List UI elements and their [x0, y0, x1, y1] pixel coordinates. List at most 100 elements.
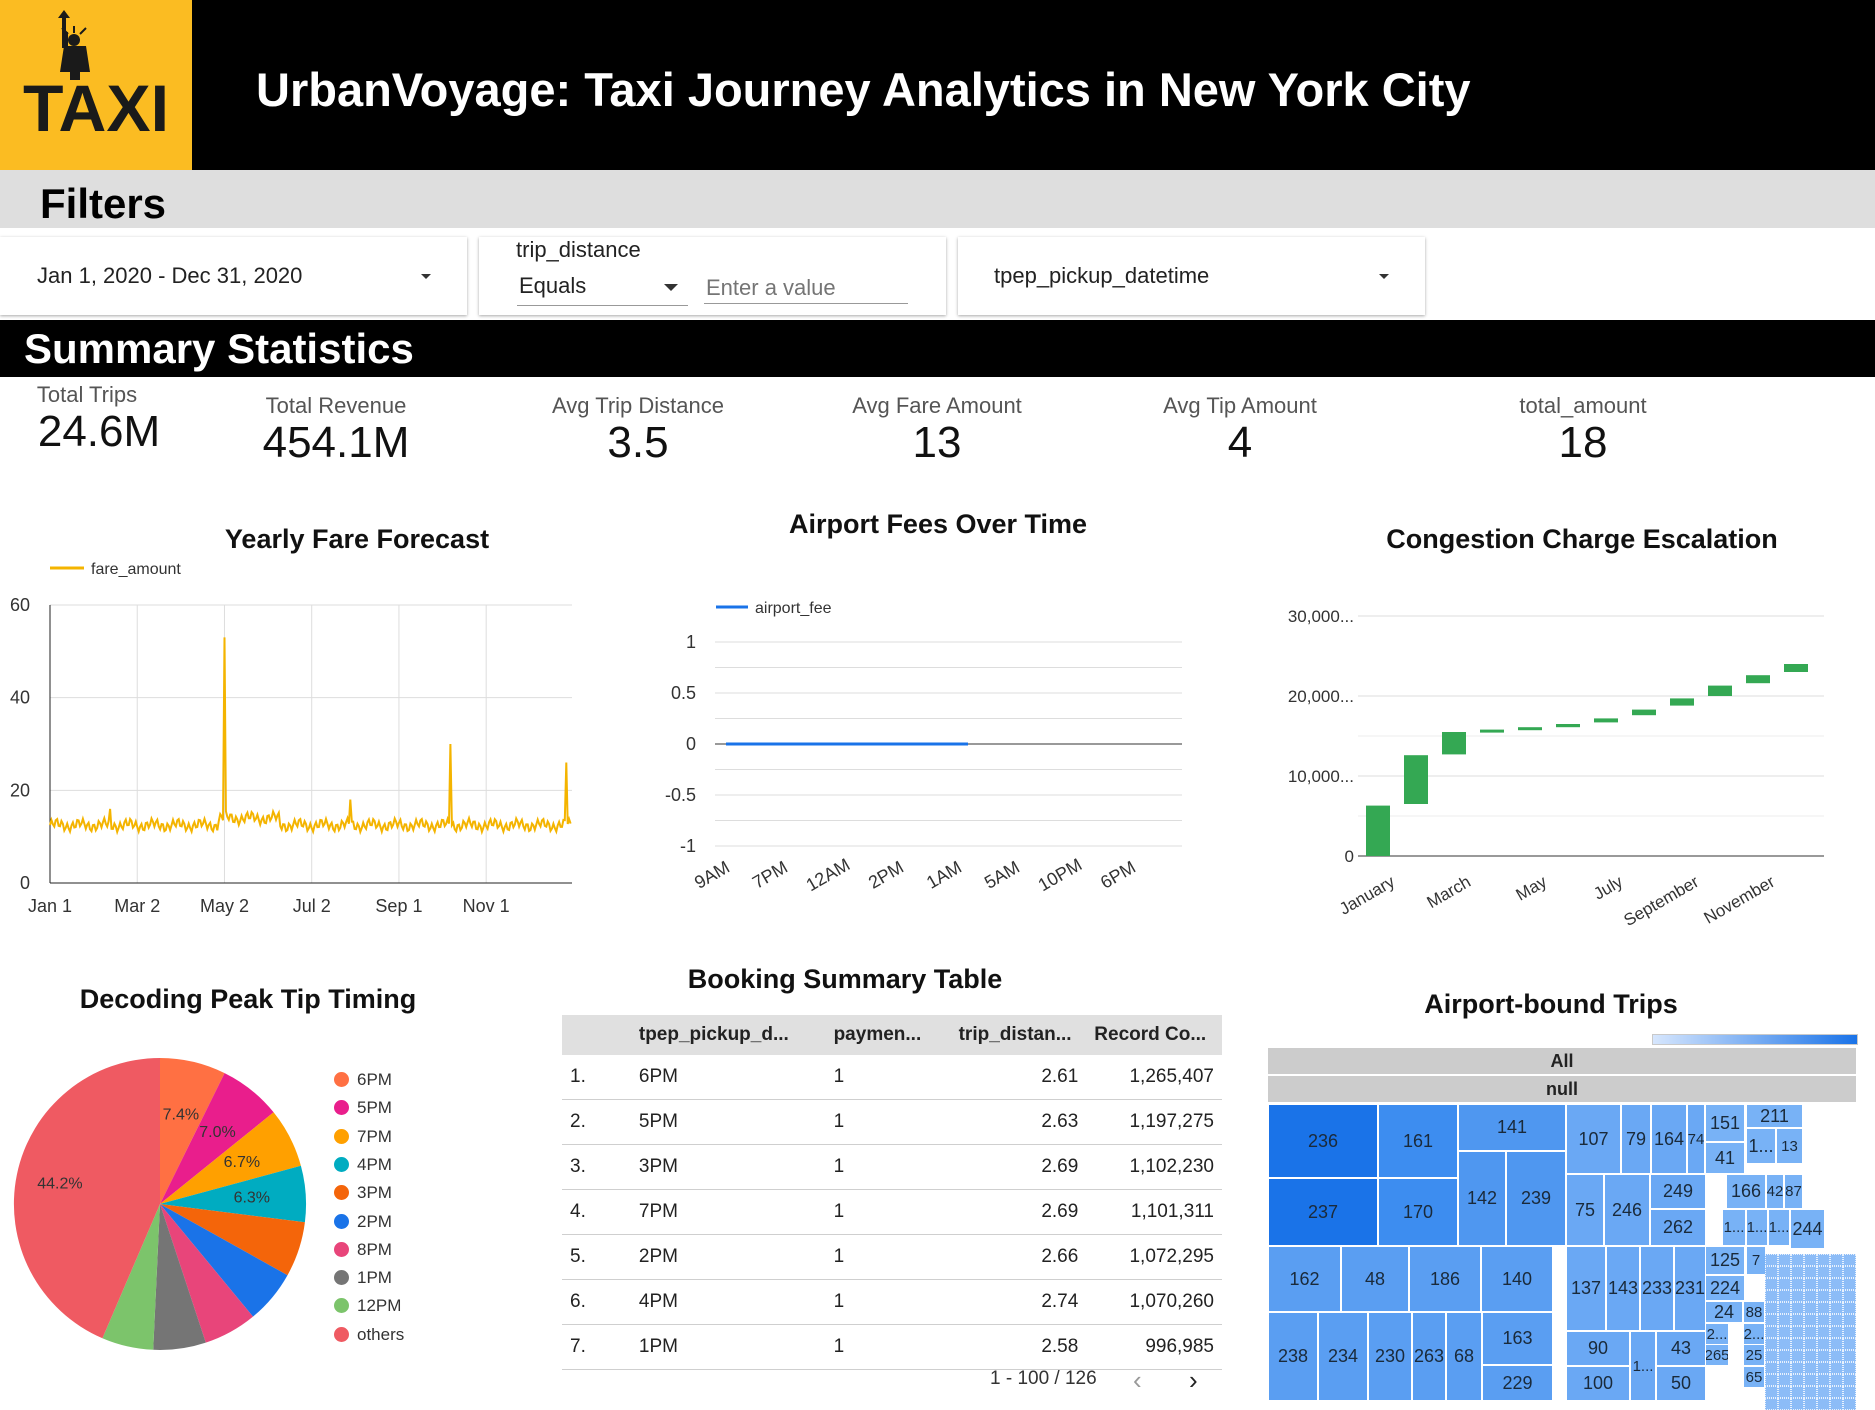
treemap-cell[interactable]: 1...: [1746, 1128, 1776, 1164]
treemap-small-cell[interactable]: [1778, 1350, 1791, 1362]
treemap-cell[interactable]: 141: [1458, 1104, 1566, 1151]
treemap-small-cell[interactable]: [1830, 1278, 1843, 1290]
table-row[interactable]: 3. 3PM 1 2.69 1,102,230: [562, 1144, 1222, 1190]
treemap-cell[interactable]: 151: [1705, 1104, 1745, 1142]
table-header-pickup[interactable]: tpep_pickup_d...: [618, 1015, 826, 1055]
treemap-small-cell[interactable]: [1791, 1362, 1804, 1374]
treemap-cell[interactable]: 125: [1705, 1246, 1745, 1275]
treemap-cell[interactable]: 2...: [1743, 1323, 1765, 1345]
treemap-small-cell[interactable]: [1804, 1398, 1817, 1410]
treemap-cell[interactable]: 249: [1650, 1174, 1706, 1209]
pickup-datetime-dropdown-icon[interactable]: [1379, 274, 1389, 279]
treemap-cell[interactable]: 238: [1268, 1312, 1318, 1401]
treemap-cell[interactable]: 48: [1341, 1246, 1409, 1312]
treemap-cell[interactable]: 75: [1566, 1174, 1604, 1246]
treemap-small-cell[interactable]: [1804, 1314, 1817, 1326]
treemap-cell[interactable]: 236: [1268, 1104, 1378, 1178]
treemap-cell[interactable]: 74: [1687, 1104, 1705, 1174]
treemap-small-cell[interactable]: [1817, 1350, 1830, 1362]
table-header-distance[interactable]: trip_distan...: [950, 1015, 1087, 1055]
treemap-small-cell[interactable]: [1830, 1254, 1843, 1266]
treemap-small-cell[interactable]: [1843, 1362, 1856, 1374]
treemap-cell[interactable]: 90: [1566, 1331, 1630, 1366]
treemap-small-cell[interactable]: [1791, 1350, 1804, 1362]
table-row[interactable]: 5. 2PM 1 2.66 1,072,295: [562, 1234, 1222, 1280]
treemap-cell[interactable]: 246: [1604, 1174, 1650, 1246]
treemap-cell[interactable]: 262: [1650, 1209, 1706, 1246]
treemap-small-cell[interactable]: [1778, 1290, 1791, 1302]
treemap-small-cell[interactable]: [1830, 1386, 1843, 1398]
treemap-small-cell[interactable]: [1804, 1374, 1817, 1386]
treemap-cell[interactable]: 65: [1743, 1366, 1765, 1388]
treemap-small-cell[interactable]: [1791, 1278, 1804, 1290]
treemap-cell[interactable]: 140: [1481, 1246, 1553, 1312]
date-range-dropdown-icon[interactable]: [421, 274, 431, 279]
treemap-small-cell[interactable]: [1817, 1326, 1830, 1338]
treemap-small-cell[interactable]: [1830, 1338, 1843, 1350]
treemap-small-cell[interactable]: [1791, 1374, 1804, 1386]
treemap-small-cell[interactable]: [1778, 1302, 1791, 1314]
treemap-small-cell[interactable]: [1804, 1278, 1817, 1290]
treemap-small-cell[interactable]: [1765, 1386, 1778, 1398]
treemap-level-all[interactable]: All: [1268, 1048, 1856, 1074]
table-row[interactable]: 1. 6PM 1 2.61 1,265,407: [562, 1055, 1222, 1100]
treemap-cell[interactable]: 186: [1409, 1246, 1481, 1312]
treemap-small-cell[interactable]: [1778, 1314, 1791, 1326]
treemap-cell[interactable]: 1...: [1768, 1209, 1790, 1246]
treemap-small-cell[interactable]: [1765, 1314, 1778, 1326]
trip-distance-value-input[interactable]: [704, 273, 908, 304]
treemap-cell[interactable]: 231: [1674, 1246, 1706, 1331]
treemap-cell[interactable]: 211: [1746, 1104, 1803, 1128]
treemap-cell[interactable]: 162: [1268, 1246, 1341, 1312]
treemap-small-cell[interactable]: [1817, 1302, 1830, 1314]
treemap-small-cell[interactable]: [1843, 1326, 1856, 1338]
treemap-cell[interactable]: 79: [1621, 1104, 1651, 1174]
table-header-payment[interactable]: paymen...: [825, 1015, 951, 1055]
treemap-cell[interactable]: 1...: [1630, 1331, 1656, 1401]
treemap-cell[interactable]: 41: [1705, 1142, 1745, 1174]
treemap-cell[interactable]: 230: [1368, 1312, 1412, 1401]
treemap-cell[interactable]: 170: [1378, 1178, 1458, 1246]
treemap-small-cell[interactable]: [1778, 1398, 1791, 1410]
treemap-small-cell[interactable]: [1843, 1386, 1856, 1398]
treemap-small-cell[interactable]: [1778, 1338, 1791, 1350]
treemap-cell[interactable]: 107: [1566, 1104, 1621, 1174]
treemap-small-cell[interactable]: [1843, 1278, 1856, 1290]
treemap-small-cell[interactable]: [1804, 1338, 1817, 1350]
treemap-small-cell[interactable]: [1765, 1338, 1778, 1350]
treemap-small-cell[interactable]: [1765, 1374, 1778, 1386]
treemap-cell[interactable]: 239: [1506, 1151, 1566, 1246]
treemap-cell[interactable]: 7: [1746, 1246, 1766, 1275]
treemap-cell[interactable]: 265: [1705, 1344, 1729, 1366]
trip-distance-operator-select[interactable]: Equals: [517, 273, 688, 306]
treemap-small-cell[interactable]: [1843, 1374, 1856, 1386]
pickup-datetime-filter[interactable]: tpep_pickup_datetime: [958, 237, 1425, 315]
table-row[interactable]: 7. 1PM 1 2.58 996,985: [562, 1324, 1222, 1370]
treemap-small-cell[interactable]: [1791, 1398, 1804, 1410]
treemap-small-cell[interactable]: [1830, 1302, 1843, 1314]
treemap-small-cell[interactable]: [1843, 1254, 1856, 1266]
treemap-small-cell[interactable]: [1843, 1314, 1856, 1326]
treemap-small-cell[interactable]: [1843, 1398, 1856, 1410]
treemap-cell[interactable]: 100: [1566, 1366, 1630, 1401]
treemap-small-cell[interactable]: [1765, 1302, 1778, 1314]
treemap-small-cell[interactable]: [1791, 1254, 1804, 1266]
treemap-small-cell[interactable]: [1765, 1254, 1778, 1266]
treemap-small-cell[interactable]: [1817, 1278, 1830, 1290]
table-row[interactable]: 4. 7PM 1 2.69 1,101,311: [562, 1189, 1222, 1235]
treemap-small-cell[interactable]: [1830, 1362, 1843, 1374]
treemap-small-cell[interactable]: [1843, 1350, 1856, 1362]
treemap-small-cell[interactable]: [1765, 1266, 1778, 1278]
treemap-level-null[interactable]: null: [1268, 1076, 1856, 1102]
treemap-cell[interactable]: 2...: [1705, 1323, 1729, 1345]
treemap-small-cell[interactable]: [1778, 1266, 1791, 1278]
treemap-small-cell[interactable]: [1804, 1386, 1817, 1398]
treemap-small-cell[interactable]: [1843, 1302, 1856, 1314]
treemap-cell[interactable]: 224: [1705, 1275, 1745, 1301]
treemap-small-cell[interactable]: [1791, 1290, 1804, 1302]
treemap-small-cell[interactable]: [1830, 1326, 1843, 1338]
treemap-small-cell[interactable]: [1765, 1362, 1778, 1374]
treemap-small-cell[interactable]: [1817, 1386, 1830, 1398]
treemap-small-cell[interactable]: [1830, 1314, 1843, 1326]
treemap-cell[interactable]: 88: [1743, 1301, 1765, 1323]
